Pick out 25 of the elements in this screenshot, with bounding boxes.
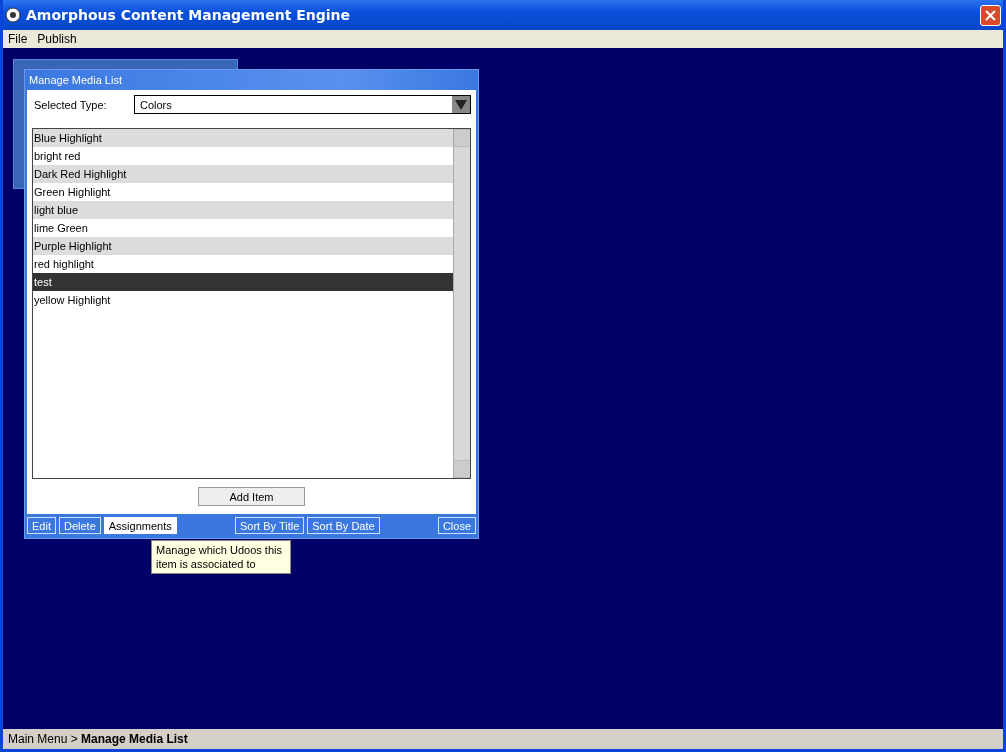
scrollbar[interactable] [453, 129, 470, 478]
dialog-title: Manage Media List [29, 74, 122, 86]
toolbar-button[interactable]: Sort By Date [307, 517, 380, 534]
close-button[interactable] [980, 4, 1001, 26]
add-item-button[interactable]: Add Item [198, 487, 305, 506]
list-item[interactable]: test [33, 273, 453, 291]
close-icon [985, 9, 996, 21]
close-button[interactable]: Close [437, 517, 476, 534]
list-item[interactable]: Purple Highlight [33, 237, 453, 255]
menu-item[interactable]: File [8, 32, 28, 46]
tooltip: Manage which Udoos this item is associated to [151, 540, 291, 574]
menu-item[interactable]: Publish [37, 32, 77, 46]
list-item[interactable]: Blue Highlight [33, 129, 453, 147]
dropdown-arrow-icon[interactable] [452, 96, 470, 113]
toolbar-button[interactable]: Edit [27, 517, 56, 534]
list-item[interactable]: light blue [33, 201, 453, 219]
toolbar-button[interactable]: Delete [58, 517, 101, 534]
gear-icon [5, 7, 21, 23]
list-item[interactable]: Dark Red Highlight [33, 165, 453, 183]
toolbar-button[interactable]: Assignments [103, 517, 177, 534]
type-dropdown[interactable]: Colors [134, 95, 471, 114]
breadcrumb: Main Menu > Manage Media List [8, 732, 188, 746]
type-label: Selected Type: [33, 98, 108, 111]
toolbar-button[interactable]: Sort By Title [235, 517, 305, 534]
window-title: Amorphous Content Management Engine [26, 7, 352, 23]
